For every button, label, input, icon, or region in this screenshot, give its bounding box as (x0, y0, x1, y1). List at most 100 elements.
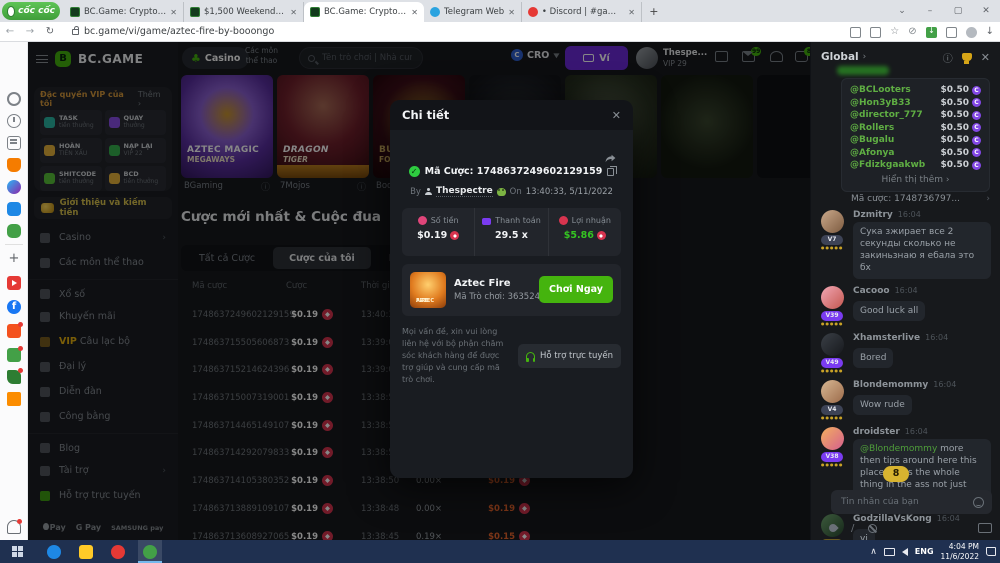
play-now-button[interactable]: Chơi Ngay (539, 276, 613, 303)
zalo-icon[interactable] (7, 202, 21, 216)
crown-rewards-icon[interactable] (7, 158, 21, 172)
avatar[interactable] (821, 333, 844, 356)
bookmark-star-icon[interactable]: ☆ (890, 27, 899, 37)
modal-close-icon[interactable]: ✕ (612, 109, 621, 122)
winner-row[interactable]: @Afonya $0.50 C (850, 147, 981, 160)
reload-icon[interactable]: ↻ (40, 26, 60, 37)
new-messages-pill[interactable]: 8 (883, 466, 909, 482)
downloads-icon[interactable]: ↓ (986, 27, 994, 37)
coccoc-menu-button[interactable]: cốc cốc (2, 2, 60, 20)
chat-room-label[interactable]: Global (821, 51, 859, 63)
chat-username[interactable]: Blondemommy (853, 380, 928, 390)
settings-gear-icon[interactable] (7, 92, 21, 106)
chevron-right-icon[interactable]: › (863, 52, 867, 62)
bcd-coin-icon: C (972, 98, 981, 107)
winner-row[interactable]: @BCLooters $0.50 C (850, 84, 981, 97)
action-center-icon[interactable] (986, 547, 996, 556)
avatar[interactable] (821, 286, 844, 309)
show-more-link[interactable]: Hiển thị thêm › (850, 172, 981, 186)
chat-username[interactable]: Cacooo (853, 286, 890, 296)
bet-code-link[interactable]: Mã cược: 1748736797...› (851, 194, 990, 204)
lock-icon[interactable] (72, 29, 79, 35)
gamepad-icon[interactable] (7, 224, 21, 238)
share-icon[interactable] (604, 150, 617, 163)
taskbar-app-red[interactable] (106, 540, 130, 563)
winner-row[interactable]: @Fdizkgaakwb $0.50 C (850, 159, 981, 172)
avatar[interactable] (821, 380, 844, 403)
keyboard-icon[interactable] (978, 523, 992, 533)
slash-command-icon[interactable]: / (851, 523, 854, 534)
facebook-icon[interactable]: f (7, 300, 21, 314)
browser-tab-1[interactable]: BC.Game: Crypto Casino Gam ✕ (64, 2, 184, 22)
rewards-icon[interactable] (7, 370, 21, 384)
taskbar-app-coccoc-active[interactable] (138, 540, 162, 563)
save-page-icon[interactable] (850, 27, 861, 38)
translate-icon[interactable] (870, 27, 881, 38)
winner-row[interactable]: @director_777 $0.50 C (850, 109, 981, 122)
tab-close-icon[interactable]: ✕ (508, 8, 515, 17)
chat-username[interactable]: Dzmitry (853, 210, 893, 220)
browser-tab-3-active[interactable]: BC.Game: Crypto Casino Gam ✕ (304, 2, 424, 22)
add-shortcut-icon[interactable]: + (7, 252, 21, 266)
tab-close-icon[interactable]: ✕ (628, 8, 635, 17)
chat-close-icon[interactable]: ✕ (981, 51, 990, 64)
clock[interactable]: 4:04 PM11/6/2022 (941, 542, 979, 562)
live-support-button[interactable]: Hỗ trợ trực tuyến (518, 344, 621, 368)
trophy-icon[interactable] (962, 53, 972, 61)
tab-close-icon[interactable]: ✕ (290, 8, 297, 17)
new-tab-button[interactable]: + (646, 4, 662, 20)
gift-icon[interactable] (7, 348, 21, 362)
tab-search-icon[interactable]: ⌄ (888, 6, 916, 16)
tab-close-icon[interactable]: ✕ (170, 8, 177, 17)
rules-icon[interactable] (868, 524, 877, 533)
avatar[interactable] (821, 427, 844, 450)
vip-level-badge: V4 (821, 405, 843, 415)
forward-icon[interactable]: → (20, 26, 40, 37)
extension-icon[interactable] (946, 27, 957, 38)
messenger-icon[interactable] (7, 180, 21, 194)
adblock-icon[interactable]: ⊘ (908, 27, 916, 37)
game-thumbnail[interactable]: AZTECFIRE (410, 272, 446, 308)
copy-icon[interactable] (607, 168, 614, 176)
browser-tab-4[interactable]: Telegram Web ✕ (424, 2, 522, 22)
chat-username[interactable]: droidster (853, 427, 900, 437)
chat-timestamp: 16:04 (933, 380, 956, 389)
url-text[interactable]: bc.game/vi/game/aztec-fire-by-booongo (84, 26, 274, 37)
browser-tab-2[interactable]: $1,500 Weekend Booongo M ✕ (184, 2, 304, 22)
minimize-button[interactable]: – (916, 6, 944, 16)
back-icon[interactable]: ← (0, 26, 20, 37)
taskbar-app-explorer[interactable] (74, 540, 98, 563)
avatar[interactable] (821, 210, 844, 233)
info-icon[interactable]: ⓘ (943, 50, 953, 65)
downloader-extension-icon[interactable] (926, 27, 937, 38)
maximize-button[interactable]: ▢ (944, 6, 972, 16)
network-icon[interactable] (884, 548, 895, 556)
bettor-name[interactable]: Thespectre (436, 186, 493, 197)
chat-username[interactable]: Xhamsterlive (853, 333, 920, 343)
chat-input-box[interactable] (831, 490, 992, 514)
chat-timestamp: 16:04 (895, 286, 918, 295)
chat-bubble: Wow rude (853, 395, 912, 415)
tray-chevron-icon[interactable]: ∧ (870, 547, 877, 557)
winner-row[interactable]: @Bugalu $0.50 C (850, 134, 981, 147)
chat-input[interactable] (839, 496, 973, 508)
history-icon[interactable] (7, 114, 21, 128)
start-button[interactable] (0, 540, 34, 563)
language-indicator[interactable]: ENG (915, 547, 934, 556)
reading-list-icon[interactable] (7, 136, 21, 150)
close-button[interactable]: ✕ (972, 6, 1000, 16)
speaker-icon[interactable] (902, 548, 908, 556)
youtube-icon[interactable] (7, 276, 21, 290)
winner-row[interactable]: @Rollers $0.50 C (850, 122, 981, 135)
winner-row[interactable]: @Hon3yB33 $0.50 C (850, 97, 981, 110)
profile-avatar-icon[interactable] (966, 27, 977, 38)
cart-icon[interactable] (7, 392, 21, 406)
taskbar-app-edge[interactable] (42, 540, 66, 563)
notifications-bell-icon[interactable] (7, 520, 21, 534)
bet-details-modal: Chi tiết ✕ ✓ Mã Cược: 174863724960212915… (390, 100, 633, 478)
browser-tab-5[interactable]: • Discord | #games | BC G ✕ (522, 2, 642, 22)
emoji-icon[interactable] (973, 497, 984, 508)
tip-rain-icon[interactable] (827, 522, 838, 533)
tab-close-icon[interactable]: ✕ (411, 8, 418, 17)
shopee-icon[interactable] (7, 324, 21, 338)
